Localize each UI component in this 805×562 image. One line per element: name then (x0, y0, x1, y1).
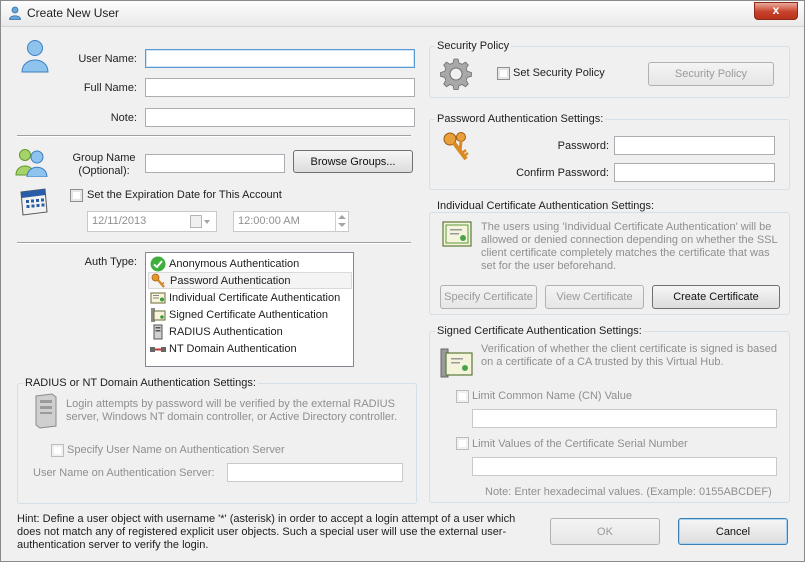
auth-item-signed-cert[interactable]: Signed Certificate Authentication (148, 306, 352, 323)
auth-type-label: Auth Type: (84, 256, 137, 268)
cancel-button[interactable]: Cancel (678, 518, 788, 545)
spin-down-icon[interactable] (338, 223, 346, 227)
calendar-dropdown-icon[interactable] (190, 215, 212, 228)
keys-icon (151, 273, 165, 288)
create-new-user-dialog: Create New User x User Name: Full Name: … (0, 0, 805, 562)
auth-item-individual-cert[interactable]: Individual Certificate Authentication (148, 289, 352, 306)
signed-cert-description: Verification of whether the client certi… (481, 343, 777, 368)
expiration-checkbox-label: Set the Expiration Date for This Account (87, 189, 282, 201)
auth-item-label: RADIUS Authentication (169, 325, 283, 338)
individual-cert-title: Individual Certificate Authentication Se… (435, 200, 657, 212)
individual-cert-description: The users using 'Individual Certificate … (481, 221, 778, 272)
fullname-label: Full Name: (83, 82, 137, 94)
time-spinner[interactable] (335, 212, 348, 231)
group-name-input[interactable] (145, 154, 285, 173)
network-icon (150, 346, 166, 352)
specify-username-label: Specify User Name on Authentication Serv… (67, 444, 285, 456)
check-icon (150, 256, 166, 271)
security-policy-button[interactable]: Security Policy (648, 62, 774, 86)
calendar-icon (20, 188, 48, 216)
specify-certificate-button[interactable]: Specify Certificate (440, 285, 537, 309)
limit-cn-input[interactable] (472, 409, 777, 428)
separator (17, 242, 411, 244)
limit-cn-label: Limit Common Name (CN) Value (472, 390, 632, 402)
set-security-policy-label: Set Security Policy (513, 67, 605, 79)
radius-description: Login attempts by password will be verif… (66, 398, 398, 423)
expiration-time-picker[interactable]: 12:00:00 AM (233, 211, 349, 232)
auth-item-label: Anonymous Authentication (169, 257, 300, 270)
auth-item-anonymous[interactable]: Anonymous Authentication (148, 255, 352, 272)
auth-server-username-input[interactable] (227, 463, 403, 482)
close-button[interactable]: x (754, 2, 798, 20)
user-icon (9, 6, 21, 20)
keys-icon (443, 132, 469, 161)
hex-note: Note: Enter hexadecimal values. (Example… (485, 486, 772, 498)
group-name-label: Group Name (72, 152, 136, 164)
password-input[interactable] (614, 136, 775, 155)
auth-item-label: Password Authentication (170, 274, 291, 287)
signed-certificate-icon (151, 307, 166, 322)
limit-serial-checkbox[interactable] (456, 437, 469, 450)
password-label: Password: (557, 140, 609, 152)
auth-type-list[interactable]: Anonymous Authentication Password Authen… (145, 252, 354, 367)
ok-button[interactable]: OK (550, 518, 660, 545)
certificate-icon (150, 292, 166, 303)
expiration-time-value: 12:00:00 AM (238, 215, 300, 227)
view-certificate-button[interactable]: View Certificate (545, 285, 644, 309)
signed-certificate-icon (440, 348, 473, 378)
expiration-date-value: 12/11/2013 (92, 215, 147, 227)
auth-item-label: NT Domain Authentication (169, 342, 297, 355)
note-label: Note: (110, 112, 137, 124)
hint-text: Hint: Define a user object with username… (17, 513, 516, 551)
limit-serial-input[interactable] (472, 457, 777, 476)
confirm-password-label: Confirm Password: (516, 167, 609, 179)
create-certificate-button[interactable]: Create Certificate (652, 285, 780, 309)
signed-cert-title: Signed Certificate Authentication Settin… (435, 325, 644, 337)
limit-cn-checkbox[interactable] (456, 390, 469, 403)
gear-icon (440, 58, 472, 90)
auth-item-label: Individual Certificate Authentication (169, 291, 341, 304)
note-input[interactable] (145, 108, 415, 127)
separator (17, 135, 411, 137)
group-optional-label: (Optional): (78, 165, 130, 177)
password-settings-title: Password Authentication Settings: (435, 113, 606, 125)
window-title: Create New User (27, 6, 120, 20)
auth-server-username-label: User Name on Authentication Server: (33, 467, 215, 479)
auth-item-radius[interactable]: RADIUS Authentication (148, 323, 352, 340)
server-icon (153, 324, 163, 339)
server-icon (35, 393, 57, 429)
auth-item-nt-domain[interactable]: NT Domain Authentication (148, 340, 352, 357)
security-policy-title: Security Policy (435, 40, 512, 52)
username-label: User Name: (78, 53, 137, 65)
username-input[interactable] (145, 49, 415, 68)
auth-item-password[interactable]: Password Authentication (148, 272, 352, 289)
limit-serial-label: Limit Values of the Certificate Serial N… (472, 438, 688, 450)
browse-groups-button[interactable]: Browse Groups... (293, 150, 413, 173)
certificate-icon (442, 221, 472, 247)
set-security-policy-checkbox[interactable] (497, 67, 510, 80)
title-bar[interactable]: Create New User x (1, 1, 804, 27)
confirm-password-input[interactable] (614, 163, 775, 182)
radius-settings-title: RADIUS or NT Domain Authentication Setti… (23, 377, 258, 389)
auth-item-label: Signed Certificate Authentication (169, 308, 328, 321)
expiration-date-picker[interactable]: 12/11/2013 (87, 211, 217, 232)
expiration-checkbox[interactable] (70, 189, 83, 202)
specify-username-checkbox[interactable] (51, 444, 64, 457)
fullname-input[interactable] (145, 78, 415, 97)
group-icon (15, 149, 48, 177)
spin-up-icon[interactable] (338, 215, 346, 219)
